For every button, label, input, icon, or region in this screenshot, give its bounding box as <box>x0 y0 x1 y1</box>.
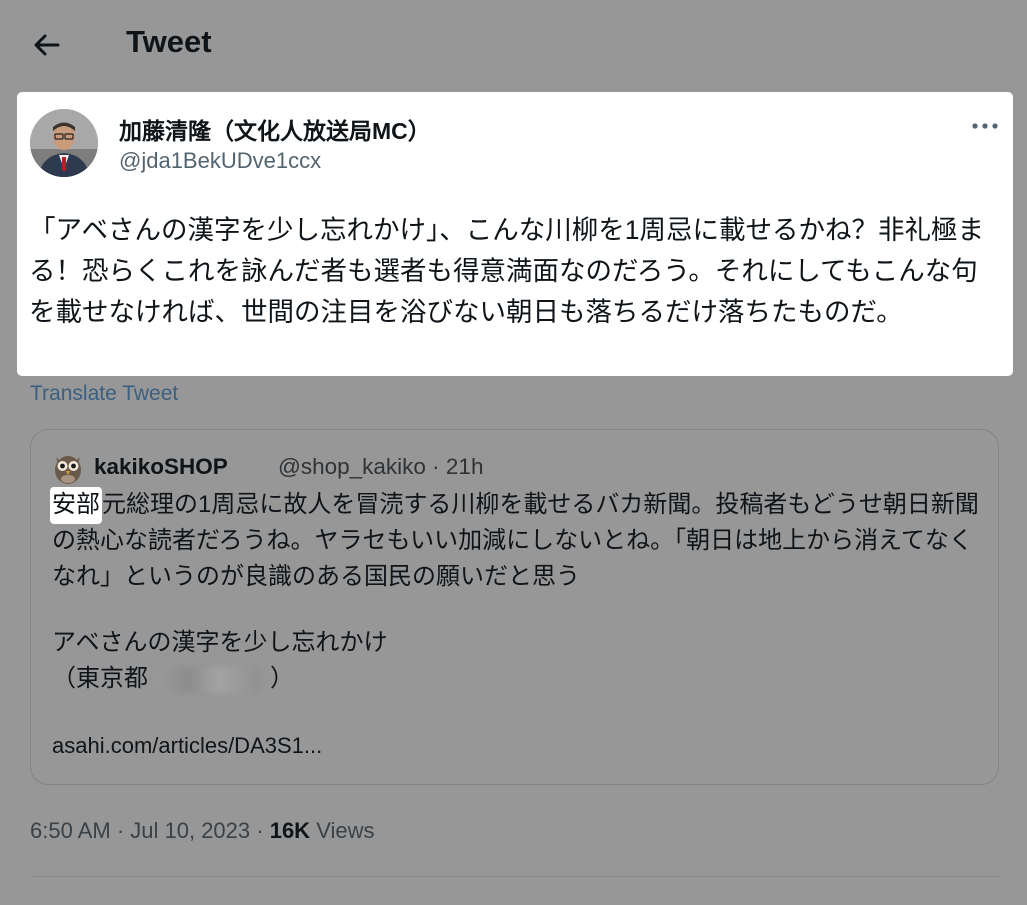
senryu-location: （東京都 ） <box>52 661 388 697</box>
quoted-tweet-text: 安部元総理の1周忌に故人を冒涜する川柳を載せるバカ新聞。投稿者もどうせ朝日新聞の… <box>50 487 982 595</box>
avatar[interactable] <box>30 109 98 177</box>
senryu-line: アベさんの漢字を少し忘れかけ <box>52 629 388 656</box>
highlighted-word: 安部 <box>50 487 102 524</box>
tweet-text: 「アベさんの漢字を少し忘れかけ」、こんな川柳を1周忌に載せるかね？非礼極まる！恐… <box>29 215 984 327</box>
translate-tweet-link[interactable]: Translate Tweet <box>30 382 178 406</box>
views-label: Views <box>316 818 375 843</box>
blurred-name <box>156 666 262 693</box>
owl-icon <box>55 456 81 484</box>
time-date[interactable]: 6:50 AM · Jul 10, 2023 · <box>30 818 270 843</box>
divider <box>30 876 1000 877</box>
quoted-author-meta: @shop_kakiko · 21h <box>278 454 484 479</box>
location-open: （東京都 <box>52 665 148 692</box>
tweet-card: 加藤清隆（文化人放送局MC） @jda1BekUDve1ccx 「アベさんの漢字… <box>17 92 1013 376</box>
more-horizontal-icon[interactable] <box>969 115 1001 137</box>
page-title: Tweet <box>126 24 212 59</box>
author-handle[interactable]: @jda1BekUDve1ccx <box>119 148 321 174</box>
quoted-article-link[interactable]: asahi.com/articles/DA3S1... <box>52 733 322 759</box>
quoted-author-name: kakikoSHOP <box>94 454 228 479</box>
author-name[interactable]: 加藤清隆（文化人放送局MC） <box>119 112 431 146</box>
avatar-image <box>30 109 98 177</box>
top-bar: Tweet <box>0 0 1027 90</box>
location-close: ） <box>270 665 294 692</box>
tweet-timestamp: 6:50 AM · Jul 10, 2023 · 16K Views <box>30 818 374 844</box>
views-count: 16K <box>269 818 311 843</box>
quoted-text-rest: 元総理の1周忌に故人を冒涜する川柳を載せるバカ新聞。投稿者もどうせ朝日新聞の熱心… <box>52 491 979 590</box>
quoted-senryu-block: アベさんの漢字を少し忘れかけ （東京都 ） <box>52 625 388 697</box>
arrow-left-icon[interactable] <box>30 28 64 62</box>
quoted-tweet-card[interactable]: kakikoSHOP @shop_kakiko · 21h 安部元総理の1周忌に… <box>30 429 999 785</box>
